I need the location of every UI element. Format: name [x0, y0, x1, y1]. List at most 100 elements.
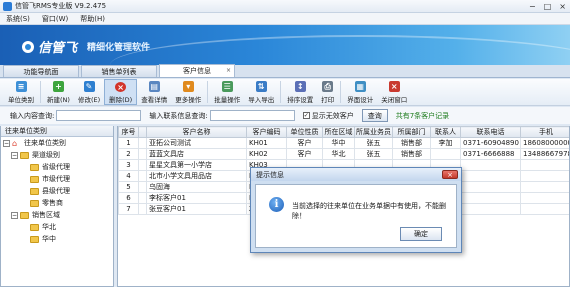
tree-node-label: 县级代理 — [42, 187, 70, 195]
folder-icon — [20, 211, 29, 219]
table-cell: 张豆客户01 — [146, 203, 247, 215]
tree-node-retailer[interactable]: 零售商 — [1, 197, 113, 209]
button-label: 修改(E) — [77, 96, 101, 104]
ui-design-button[interactable]: ▦ 界面设计 — [343, 79, 377, 105]
tree-node-root[interactable]: − ⌂ 往来单位类别 — [1, 137, 113, 149]
table-cell: 18608000000 — [520, 137, 569, 149]
tree-node-city-agent[interactable]: 市级代理 — [1, 173, 113, 185]
delete-button[interactable]: × 删除(D) — [104, 79, 138, 105]
ok-button[interactable]: 确定 — [400, 227, 442, 241]
more-actions-button[interactable]: ▾ 更多操作 — [171, 79, 205, 105]
document-tabs: 功能导航面 销售单列表 客户信息 × — [0, 64, 570, 78]
table-cell: 亚拓公司测试 — [146, 137, 247, 149]
table-cell: 4 — [118, 170, 139, 182]
table-row[interactable]: 2 蓝蓝文具店 KH02 客户 华北 张五 销售部 0371-6666888 134886679… — [118, 148, 569, 160]
button-label: 单位类别 — [8, 96, 34, 104]
button-label: 新建(N) — [47, 96, 70, 104]
collapse-icon[interactable]: − — [3, 139, 10, 147]
view-details-button[interactable]: ▤ 查看详情 — [137, 79, 171, 105]
folder-icon — [30, 199, 39, 207]
window-title-bar: 信管飞RMS专业版 V9.2.475 − □ × — [0, 0, 570, 13]
button-label: 查看详情 — [141, 96, 168, 104]
folder-icon — [30, 235, 39, 243]
column-header[interactable]: 所属业务员 — [354, 126, 393, 138]
menu-system[interactable]: 系统(S) — [0, 14, 36, 24]
tree-node-sales-region[interactable]: − 销售区域 — [1, 209, 113, 221]
column-header[interactable]: 序号 — [118, 126, 139, 138]
search-row: 输入内容查询: 输入联系信息查询: ✓ 显示无效客户 查询 共有7条客户记录 — [0, 107, 570, 124]
table-cell: 张五 — [354, 148, 393, 160]
edit-button[interactable]: ✎ 修改(E) — [74, 79, 104, 105]
show-invalid-checkbox[interactable]: ✓ — [302, 112, 310, 119]
table-cell: 星星文具第一小学店 — [146, 159, 247, 171]
column-header[interactable]: 手机 — [520, 126, 569, 138]
table-cell: 华北 — [322, 148, 355, 160]
menu-bar: 系统(S) 窗口(W) 帮助(H) — [0, 13, 570, 25]
maximize-button[interactable]: □ — [544, 2, 552, 11]
brand-name: 信管飞 — [38, 41, 78, 56]
tab-label: 客户信息 — [183, 67, 211, 75]
button-label: 界面设计 — [347, 96, 374, 104]
column-header[interactable]: 客户名称 — [146, 126, 247, 138]
tab-customer-info[interactable]: 客户信息 × — [159, 64, 235, 77]
new-button[interactable]: + 新建(N) — [43, 79, 74, 105]
tab-sales-list[interactable]: 销售单列表 — [81, 65, 157, 77]
column-header[interactable]: 客户编码 — [246, 126, 287, 138]
category-button[interactable]: ≡ 单位类别 — [4, 79, 38, 105]
table-cell: 销售部 — [392, 148, 431, 160]
print-button[interactable]: ⎙ 打印 — [317, 79, 338, 105]
row-indicator — [138, 192, 147, 204]
toolbar-separator — [207, 81, 209, 103]
table-cell — [460, 170, 521, 182]
table-cell: 13488667978 — [520, 148, 569, 160]
column-header[interactable] — [138, 126, 147, 138]
menu-help[interactable]: 帮助(H) — [74, 14, 111, 24]
dialog-message: 当前选择的往来单位在业务单据中有使用，不能删除！ — [292, 202, 446, 220]
tree-node-label: 零售商 — [42, 199, 63, 207]
table-cell: 华中 — [322, 137, 355, 149]
close-window-button[interactable]: × — [559, 2, 566, 11]
tab-label: 销售单列表 — [101, 67, 137, 76]
tab-function-nav[interactable]: 功能导航面 — [3, 65, 79, 77]
folder-icon — [30, 187, 39, 195]
dialog-close-button[interactable]: × — [442, 170, 458, 179]
query-button[interactable]: 查询 — [361, 109, 388, 122]
tree-node-north-china[interactable]: 华北 — [1, 221, 113, 233]
minimize-button[interactable]: − — [529, 2, 536, 11]
table-cell: 销售部 — [392, 137, 431, 149]
table-cell — [460, 192, 521, 204]
row-indicator — [138, 159, 147, 171]
menu-window[interactable]: 窗口(W) — [36, 14, 74, 24]
sort-settings-button[interactable]: ↕ 排序设置 — [283, 79, 317, 105]
info-icon: i — [269, 197, 284, 212]
column-header[interactable]: 联系电话 — [460, 126, 521, 138]
table-cell: 1 — [118, 137, 139, 149]
tree-node-county-agent[interactable]: 县级代理 — [1, 185, 113, 197]
collapse-icon[interactable]: − — [11, 151, 18, 159]
dialog-body: i 当前选择的往来单位在业务单据中有使用，不能删除！ 确定 — [255, 184, 457, 248]
button-label: 删除(D) — [109, 96, 133, 104]
tab-close-icon[interactable]: × — [226, 67, 231, 74]
close-window-tool-button[interactable]: × 关闭窗口 — [377, 79, 411, 105]
view-icon: ▤ — [148, 81, 160, 92]
import-export-button[interactable]: ⇅ 导入导出 — [244, 79, 278, 105]
tree-node-label: 销售区域 — [32, 211, 60, 219]
button-label: 批量操作 — [214, 96, 241, 104]
column-header[interactable]: 所属部门 — [392, 126, 431, 138]
table-cell: 0371-60904890 — [460, 137, 521, 149]
table-cell: 3 — [118, 159, 139, 171]
collapse-icon[interactable]: − — [11, 211, 18, 219]
content-search-input[interactable] — [56, 110, 142, 121]
column-header[interactable]: 所在区域 — [322, 126, 355, 138]
table-cell: 李标客户01 — [146, 192, 247, 204]
tree-node-provincial-agent[interactable]: 省级代理 — [1, 161, 113, 173]
column-header[interactable]: 单位性质 — [286, 126, 323, 138]
batch-actions-button[interactable]: ☰ 批量操作 — [210, 79, 244, 105]
tree-node-central-china[interactable]: 华中 — [1, 233, 113, 245]
contact-search-input[interactable] — [209, 110, 295, 121]
sort-icon: ↕ — [294, 81, 306, 92]
column-header[interactable]: 联系人 — [430, 126, 461, 138]
table-row[interactable]: 1 亚拓公司测试 KH01 客户 华中 张五 销售部 李加 0371-60904890 18608… — [118, 137, 569, 149]
table-cell: 张五 — [354, 137, 393, 149]
tree-node-channel-level[interactable]: − 渠道级别 — [1, 149, 113, 161]
